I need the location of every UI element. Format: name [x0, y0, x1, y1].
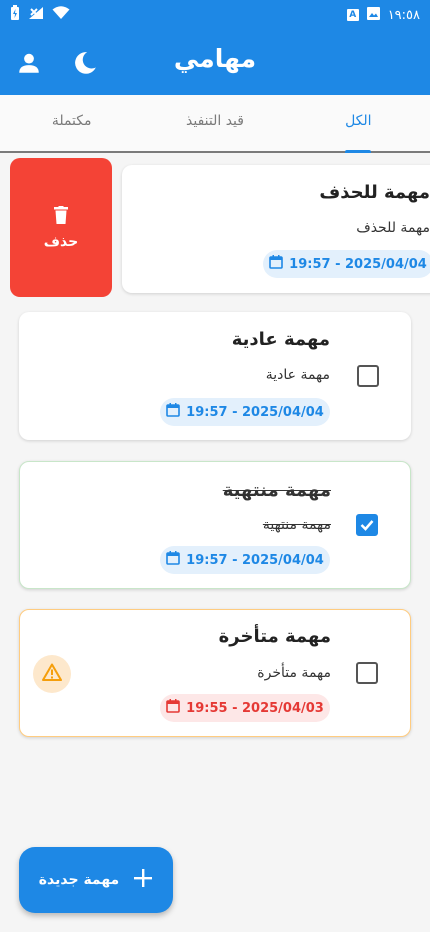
signal-icon — [28, 6, 44, 24]
status-right: A ١٩:٥٨ — [346, 6, 420, 24]
task-date-chip: 19:55 - 2025/04/03 — [160, 694, 330, 722]
task-card-delete[interactable]: مهمة للحذف مهمة للحذف 19:57 - 2025/04/04 — [122, 165, 430, 293]
new-task-button[interactable]: مهمة جديدة — [19, 847, 173, 913]
task-description: مهمة عادية — [265, 367, 330, 383]
warning-indicator — [33, 655, 71, 693]
tab-all[interactable]: الكل — [287, 95, 430, 151]
trash-icon — [53, 205, 69, 228]
calendar-icon — [166, 403, 180, 421]
task-card-normal[interactable]: مهمة عادية مهمة عادية 19:57 - 2025/04/04 — [19, 312, 411, 440]
task-date: 19:57 - 2025/04/04 — [289, 256, 427, 272]
calendar-icon — [269, 255, 283, 273]
screen: A ١٩:٥٨ مهامي مكتملة قيد التنفيذ الكل حذ… — [0, 0, 430, 932]
new-task-label: مهمة جديدة — [38, 872, 120, 888]
task-card-completed[interactable]: مهمة منتهية مهمة منتهية 19:57 - 2025/04/… — [19, 461, 411, 589]
page-title: مهامي — [173, 44, 257, 73]
calendar-icon — [166, 699, 180, 717]
tab-completed[interactable]: مكتملة — [0, 95, 143, 151]
task-date-chip: 19:57 - 2025/04/04 — [263, 250, 430, 278]
wifi-icon — [52, 6, 70, 24]
task-description: مهمة للحذف — [356, 220, 430, 236]
tab-in-progress[interactable]: قيد التنفيذ — [143, 95, 286, 151]
task-title: مهمة متأخرة — [218, 626, 331, 647]
task-date-chip: 19:57 - 2025/04/04 — [160, 398, 330, 426]
task-card-overdue[interactable]: مهمة متأخرة مهمة متأخرة 19:55 - 2025/04/… — [19, 609, 411, 737]
task-checkbox[interactable] — [357, 365, 379, 387]
warning-icon — [42, 663, 62, 685]
status-bar: A ١٩:٥٨ — [0, 0, 430, 30]
task-date-chip: 19:57 - 2025/04/04 — [160, 546, 330, 574]
clock: ١٩:٥٨ — [387, 7, 420, 23]
task-date: 19:57 - 2025/04/04 — [186, 404, 324, 420]
image-icon — [366, 6, 380, 24]
tab-bar: مكتملة قيد التنفيذ الكل — [0, 95, 430, 153]
task-checkbox[interactable] — [356, 662, 378, 684]
task-description: مهمة منتهية — [262, 517, 331, 533]
delete-label: حذف — [43, 233, 79, 250]
task-checkbox[interactable] — [356, 514, 378, 536]
task-date: 19:55 - 2025/04/03 — [186, 700, 324, 716]
plus-icon — [133, 868, 153, 892]
task-description: مهمة متأخرة — [257, 665, 331, 681]
battery-icon — [10, 5, 20, 25]
task-title: مهمة منتهية — [222, 480, 331, 501]
app-bar: مهامي — [0, 30, 430, 95]
task-date: 19:57 - 2025/04/04 — [186, 552, 324, 568]
task-title: مهمة للحذف — [319, 182, 430, 203]
calendar-icon — [166, 551, 180, 569]
task-title: مهمة عادية — [231, 329, 330, 350]
a-badge-icon: A — [346, 9, 359, 21]
delete-button[interactable]: حذف — [10, 158, 112, 297]
status-left — [10, 5, 70, 25]
